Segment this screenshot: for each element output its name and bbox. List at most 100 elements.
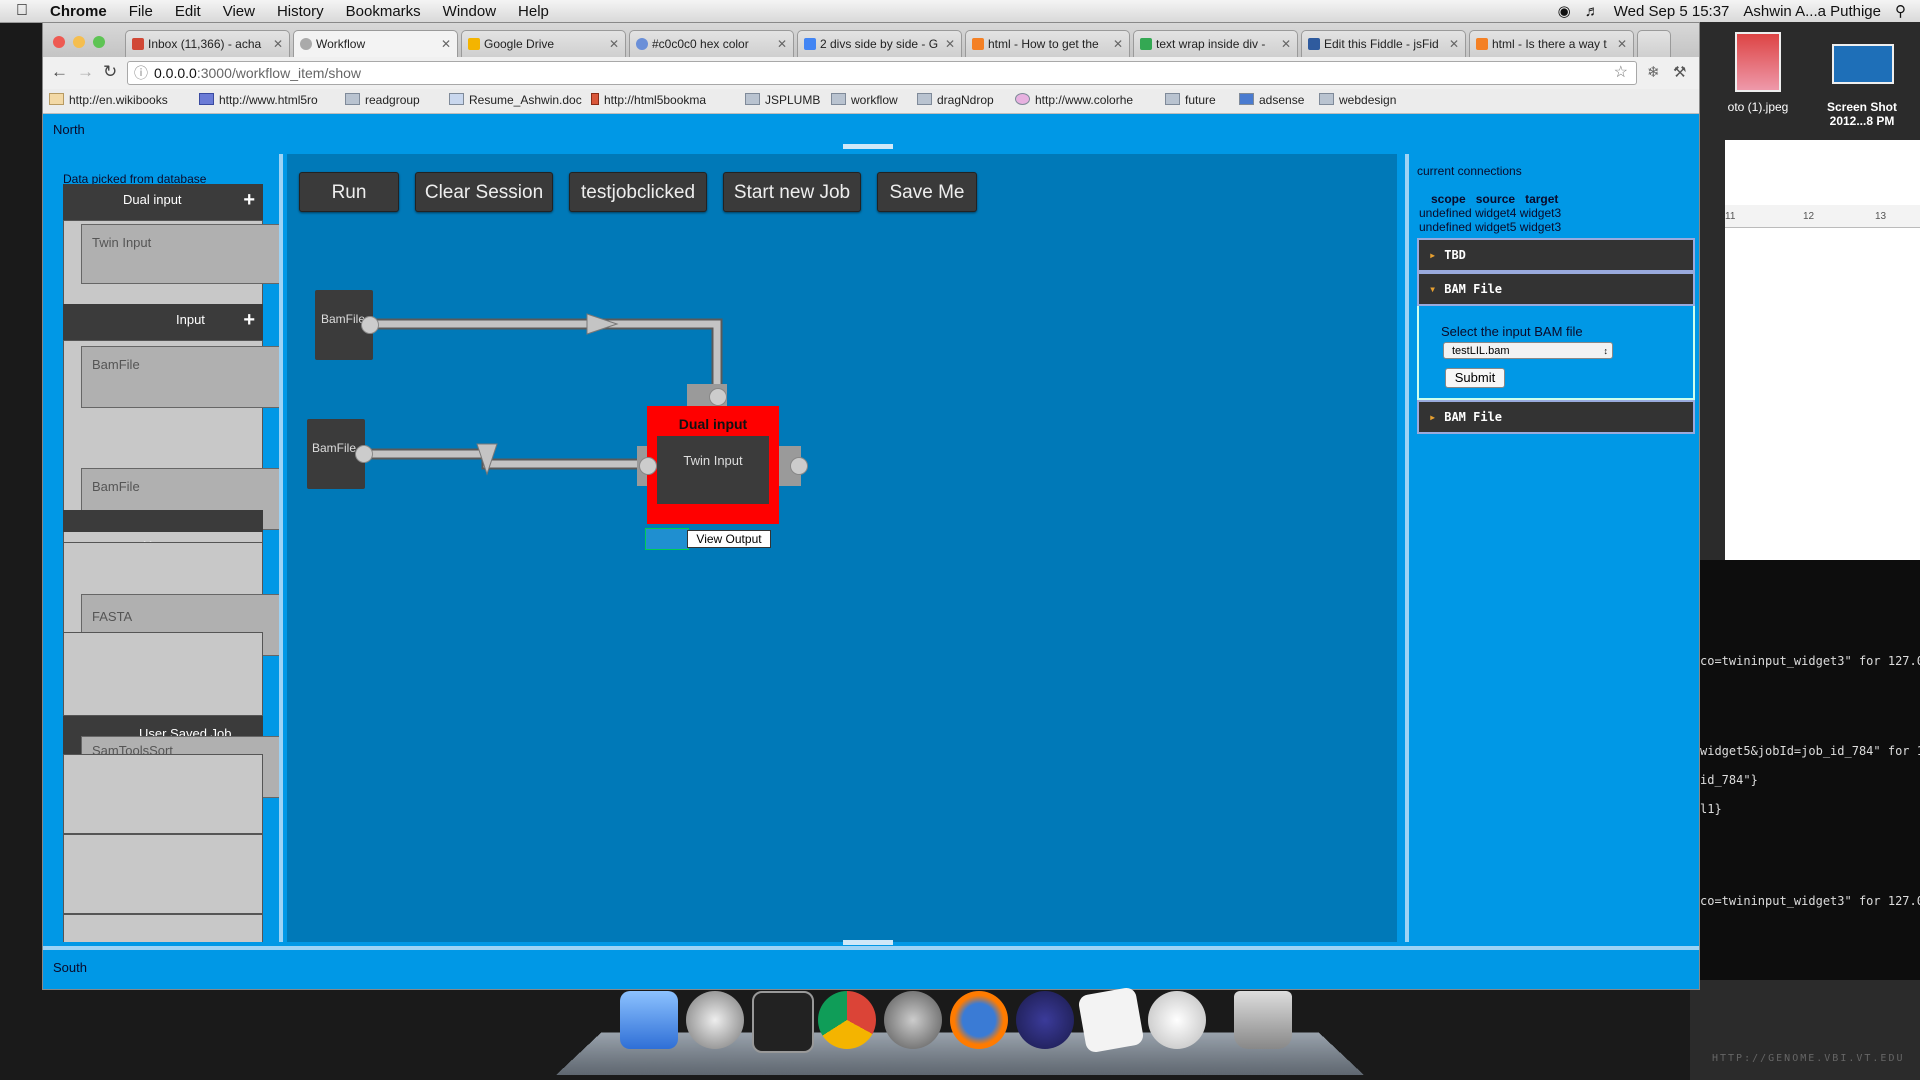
volume-icon[interactable]: ♬ — [1585, 3, 1600, 20]
launchpad-icon[interactable] — [686, 991, 744, 1049]
input-port[interactable] — [639, 457, 657, 475]
view-output-button[interactable]: View Output — [687, 530, 771, 548]
caret-right-icon: ▸ — [1429, 248, 1437, 262]
close-tab-icon[interactable]: ✕ — [1617, 31, 1627, 57]
eclipse-icon[interactable] — [1016, 991, 1074, 1049]
forward-icon[interactable]: → — [77, 62, 94, 82]
menu-window[interactable]: Window — [443, 3, 496, 20]
bookmark-item[interactable]: http://www.colorhe — [1015, 93, 1133, 107]
close-tab-icon[interactable]: ✕ — [441, 31, 451, 57]
widget-bamfile[interactable]: BamFile — [81, 346, 279, 408]
tab-text-wrap[interactable]: text wrap inside div - ✕ — [1133, 30, 1298, 57]
tab-stackoverflow-1[interactable]: html - How to get the ✕ — [965, 30, 1130, 57]
output-port[interactable] — [361, 316, 379, 334]
bookmark-folder[interactable]: readgroup — [345, 93, 420, 107]
zoom-window-icon[interactable] — [93, 36, 105, 48]
accordion-bam-file-1[interactable]: ▾ BAM File — [1417, 272, 1695, 306]
menu-edit[interactable]: Edit — [175, 3, 201, 20]
textedit-icon[interactable] — [1077, 986, 1145, 1054]
close-tab-icon[interactable]: ✕ — [273, 31, 283, 57]
close-tab-icon[interactable]: ✕ — [945, 31, 955, 57]
output-port[interactable] — [790, 457, 808, 475]
workflow-page: North Data picked from database Dual inp… — [43, 114, 1699, 989]
menu-view[interactable]: View — [223, 3, 255, 20]
widget-slot — [63, 632, 263, 716]
system-preferences-icon[interactable] — [884, 991, 942, 1049]
tab-google-drive[interactable]: Google Drive ✕ — [461, 30, 626, 57]
clock[interactable]: Wed Sep 5 15:37 — [1614, 3, 1730, 20]
close-tab-icon[interactable]: ✕ — [1449, 31, 1459, 57]
spotlight-icon[interactable]: ⚲ — [1895, 2, 1906, 20]
plus-icon[interactable]: + — [243, 309, 255, 332]
bookmark-folder[interactable]: JSPLUMB — [745, 93, 820, 107]
screenshot-label-line1: Screen Shot — [1826, 100, 1898, 114]
menu-history[interactable]: History — [277, 3, 324, 20]
folder-icon — [1319, 93, 1334, 105]
north-resizer-handle[interactable] — [843, 144, 893, 149]
close-tab-icon[interactable]: ✕ — [1281, 31, 1291, 57]
tab-hex-color[interactable]: #c0c0c0 hex color ✕ — [629, 30, 794, 57]
extension-icon[interactable]: ❄ — [1647, 63, 1660, 81]
south-resizer-handle[interactable] — [843, 940, 893, 945]
page-info-icon[interactable]: ⓘ — [134, 62, 148, 84]
bookmark-label: future — [1185, 93, 1216, 107]
back-icon[interactable]: ← — [51, 62, 68, 82]
tab-divs-side-by-side[interactable]: 2 divs side by side - G ✕ — [797, 30, 962, 57]
bam-file-select[interactable]: testLIL.bam ↕ — [1443, 342, 1613, 359]
bookmark-item[interactable]: http://www.html5ro — [199, 93, 318, 107]
finder-icon[interactable] — [620, 991, 678, 1049]
plus-icon[interactable]: + — [243, 189, 255, 212]
trash-icon[interactable] — [1234, 991, 1292, 1049]
bookmark-item[interactable]: http://en.wikibooks — [49, 93, 168, 107]
wifi-icon[interactable]: ◉ — [1558, 2, 1571, 20]
menu-help[interactable]: Help — [518, 3, 549, 20]
input-port[interactable] — [709, 388, 727, 406]
user-name[interactable]: Ashwin A...a Puthige — [1743, 3, 1881, 20]
bookmark-item[interactable]: adsense — [1239, 93, 1304, 107]
tab-workflow[interactable]: Workflow ✕ — [293, 30, 458, 57]
menu-app-chrome[interactable]: Chrome — [50, 3, 107, 20]
bookmark-folder[interactable]: dragNdrop — [917, 93, 994, 107]
apple-icon[interactable]:  — [16, 2, 28, 20]
widget-twin-input[interactable]: Twin Input — [81, 224, 279, 284]
photo-thumbnail-icon[interactable] — [1735, 32, 1781, 92]
minimize-window-icon[interactable] — [73, 36, 85, 48]
firefox-icon[interactable] — [950, 991, 1008, 1049]
bookmark-folder[interactable]: webdesign — [1319, 93, 1396, 107]
menu-bookmarks[interactable]: Bookmarks — [346, 3, 421, 20]
wrench-icon[interactable]: ⚒ — [1673, 63, 1686, 81]
reload-icon[interactable]: ↻ — [103, 62, 117, 82]
category-input[interactable]: Input + — [63, 304, 263, 340]
close-tab-icon[interactable]: ✕ — [609, 31, 619, 57]
output-port[interactable] — [355, 445, 373, 463]
tab-jsfiddle[interactable]: Edit this Fiddle - jsFid ✕ — [1301, 30, 1466, 57]
category-collapsed[interactable]: M — [63, 510, 263, 552]
bookmark-item[interactable]: http://html5bookma — [591, 93, 706, 107]
chrome-icon[interactable] — [818, 991, 876, 1049]
node-twin-input[interactable]: Twin Input — [657, 436, 769, 504]
accordion-tbd[interactable]: ▸ TBD — [1417, 238, 1695, 272]
bookmark-item[interactable]: Resume_Ashwin.doc — [449, 93, 582, 107]
new-tab-button[interactable] — [1637, 30, 1671, 57]
tab-gmail[interactable]: Inbox (11,366) - acha ✕ — [125, 30, 290, 57]
close-tab-icon[interactable]: ✕ — [777, 31, 787, 57]
connection-line-widget4[interactable] — [369, 318, 723, 384]
bookmark-star-icon[interactable]: ☆ — [1614, 62, 1628, 84]
category-dual-input[interactable]: Dual input + — [63, 184, 263, 220]
bookmarks-bar: http://en.wikibooks http://www.html5ro r… — [43, 89, 1699, 114]
terminal-icon[interactable] — [752, 991, 814, 1053]
address-bar[interactable]: ⓘ 0.0.0.0:3000/workflow_item/show ☆ — [127, 61, 1637, 85]
accordion-bam-file-2[interactable]: ▸ BAM File — [1417, 400, 1695, 434]
close-window-icon[interactable] — [53, 36, 65, 48]
tab-stackoverflow-2[interactable]: html - Is there a way t ✕ — [1469, 30, 1634, 57]
menu-file[interactable]: File — [129, 3, 153, 20]
bookmark-folder[interactable]: workflow — [831, 93, 898, 107]
doc-icon — [449, 93, 464, 105]
submit-button[interactable]: Submit — [1445, 368, 1505, 388]
node-dual-input[interactable]: Dual input Twin Input — [647, 406, 779, 524]
chrome-window: Inbox (11,366) - acha ✕ Workflow ✕ Google … — [42, 22, 1700, 990]
screenshot-thumbnail-icon[interactable] — [1832, 44, 1894, 84]
bookmark-folder[interactable]: future — [1165, 93, 1216, 107]
database-icon[interactable] — [1148, 991, 1206, 1049]
close-tab-icon[interactable]: ✕ — [1113, 31, 1123, 57]
